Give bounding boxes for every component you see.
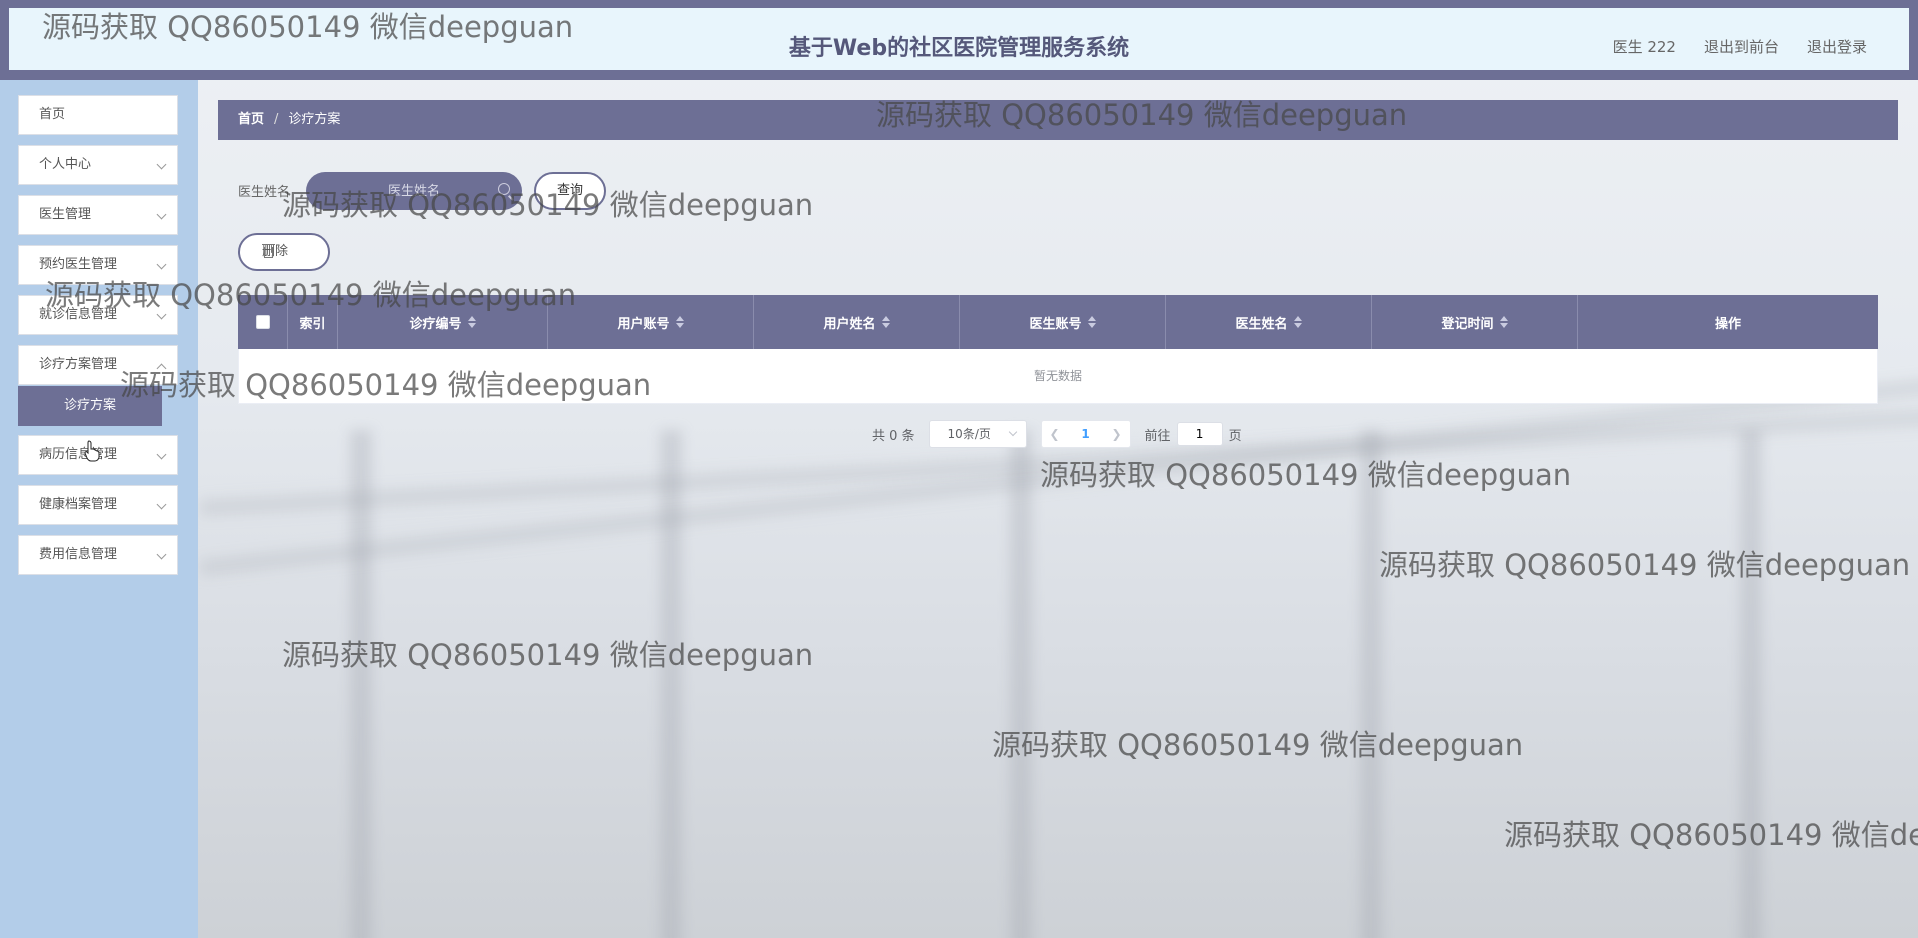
sort-icon[interactable] (1087, 316, 1096, 328)
trash-icon (262, 244, 275, 258)
sidebar-item-label: 健康档案管理 (39, 497, 118, 512)
header-links: 医生 222 退出到前台 退出登录 (1613, 36, 1867, 57)
breadcrumb: 首页 / 诊疗方案 (218, 100, 1898, 140)
column-header-index: 索引 (288, 295, 338, 349)
header-select-all (238, 295, 288, 349)
search-label: 医生姓名 (238, 185, 291, 200)
sidebar-item-health-file-management[interactable]: 健康档案管理 (18, 485, 178, 525)
column-header-label: 医生姓名 (1235, 316, 1288, 332)
breadcrumb-home[interactable]: 首页 (238, 112, 264, 127)
page-number[interactable]: 1 (1081, 427, 1089, 441)
column-header-label: 用户账号 (617, 316, 670, 332)
sidebar-item-label: 病历信息管理 (39, 447, 118, 462)
chevron-down-icon (1008, 427, 1017, 437)
watermark-text: 源码获取 QQ86050149 微信deepguan (1504, 818, 1918, 852)
sidebar-item-fee-management[interactable]: 费用信息管理 (18, 535, 178, 575)
table-header: 索引 诊疗编号 用户账号 用户姓名 医生账号 医生姓名 登记时间 操作 (238, 295, 1878, 349)
sidebar-item-label: 首页 (39, 107, 66, 122)
goto-prefix: 前往 (1144, 428, 1171, 444)
chevron-up-icon (156, 363, 167, 374)
sort-icon[interactable] (881, 316, 890, 328)
sidebar-item-label: 诊疗方案管理 (39, 357, 118, 372)
pagination-total: 共 0 条 (872, 428, 915, 444)
column-header-label: 操作 (1714, 316, 1741, 332)
chevron-down-icon (156, 309, 167, 320)
submenu-item-treatment-plan[interactable]: 诊疗方案 (18, 386, 162, 426)
watermark-text: 源码获取 QQ86050149 微信deepguan (282, 638, 814, 672)
breadcrumb-separator: / (274, 112, 279, 127)
column-header-label: 医生账号 (1029, 316, 1082, 332)
sidebar-item-label: 预约医生管理 (39, 257, 118, 272)
data-table: 索引 诊疗编号 用户账号 用户姓名 医生账号 医生姓名 登记时间 操作 暂无数据 (238, 295, 1878, 404)
sidebar-item-treatment-plan-management[interactable]: 诊疗方案管理 (18, 345, 178, 385)
column-header-user-name[interactable]: 用户姓名 (754, 295, 960, 349)
goto-page-input[interactable] (1176, 422, 1223, 446)
prev-page-icon[interactable]: ❮ (1050, 427, 1060, 441)
column-header-actions: 操作 (1578, 295, 1878, 349)
column-header-label: 索引 (299, 316, 326, 332)
query-button[interactable]: 查询 (534, 172, 606, 210)
column-header-treatment-no[interactable]: 诊疗编号 (338, 295, 548, 349)
select-all-checkbox[interactable] (255, 315, 270, 329)
goto-suffix: 页 (1228, 428, 1242, 444)
background-image (0, 0, 1918, 938)
watermark-text: 源码获取 QQ86050149 微信deepguan (1379, 548, 1911, 582)
sidebar-item-home[interactable]: 首页 (18, 95, 178, 135)
chevron-down-icon (156, 449, 167, 460)
top-bar: 基于Web的社区医院管理服务系统 医生 222 退出到前台 退出登录 (0, 0, 1918, 80)
next-page-icon[interactable]: ❯ (1111, 427, 1121, 441)
column-header-doctor-name[interactable]: 医生姓名 (1166, 295, 1372, 349)
pagination: 共 0 条 10条/页 ❮ 1 ❯ 前往 页 (872, 420, 1242, 448)
sort-icon[interactable] (1499, 316, 1508, 328)
sort-icon[interactable] (1293, 316, 1302, 328)
search-field (306, 172, 522, 210)
column-header-register-time[interactable]: 登记时间 (1372, 295, 1578, 349)
chevron-down-icon (156, 259, 167, 270)
hand-cursor-icon (84, 440, 100, 462)
logout-link[interactable]: 退出登录 (1807, 36, 1867, 57)
watermark-text: 源码获取 QQ86050149 微信deepguan (1040, 458, 1572, 492)
chevron-down-icon (156, 159, 167, 170)
column-header-label: 用户姓名 (823, 316, 876, 332)
page-size-value: 10条/页 (947, 427, 991, 441)
column-header-label: 诊疗编号 (409, 316, 462, 332)
column-header-doctor-account[interactable]: 医生账号 (960, 295, 1166, 349)
user-label: 医生 222 (1612, 38, 1676, 56)
delete-button[interactable]: 删除 (238, 233, 330, 271)
breadcrumb-current: 诊疗方案 (288, 112, 341, 127)
sidebar: 首页 个人中心 医生管理 预约医生管理 就诊信息管理 诊疗方案管理 诊疗方案 病… (0, 80, 198, 938)
sidebar-item-label: 费用信息管理 (39, 547, 118, 562)
column-header-user-account[interactable]: 用户账号 (548, 295, 754, 349)
sidebar-item-label: 就诊信息管理 (39, 307, 118, 322)
column-header-label: 登记时间 (1441, 316, 1494, 332)
sort-icon[interactable] (675, 316, 684, 328)
front-link[interactable]: 退出到前台 (1704, 36, 1779, 57)
sidebar-item-label: 医生管理 (39, 207, 92, 222)
table-empty-text: 暂无数据 (238, 349, 1878, 404)
sidebar-item-visit-management[interactable]: 就诊信息管理 (18, 295, 178, 335)
sort-icon[interactable] (467, 316, 476, 328)
sidebar-item-label: 个人中心 (39, 157, 92, 172)
sidebar-item-appointment-management[interactable]: 预约医生管理 (18, 245, 178, 285)
page-nav: ❮ 1 ❯ (1040, 420, 1131, 448)
doctor-name-input[interactable] (306, 172, 522, 210)
chevron-down-icon (156, 499, 167, 510)
header: 基于Web的社区医院管理服务系统 医生 222 退出到前台 退出登录 (9, 8, 1909, 70)
watermark-text: 源码获取 QQ86050149 微信deepguan (992, 728, 1524, 762)
search-icon (498, 183, 510, 195)
sidebar-item-doctor-management[interactable]: 医生管理 (18, 195, 178, 235)
chevron-down-icon (156, 549, 167, 560)
sidebar-item-personal-center[interactable]: 个人中心 (18, 145, 178, 185)
page-size-select[interactable]: 10条/页 (928, 420, 1027, 448)
chevron-down-icon (156, 209, 167, 220)
